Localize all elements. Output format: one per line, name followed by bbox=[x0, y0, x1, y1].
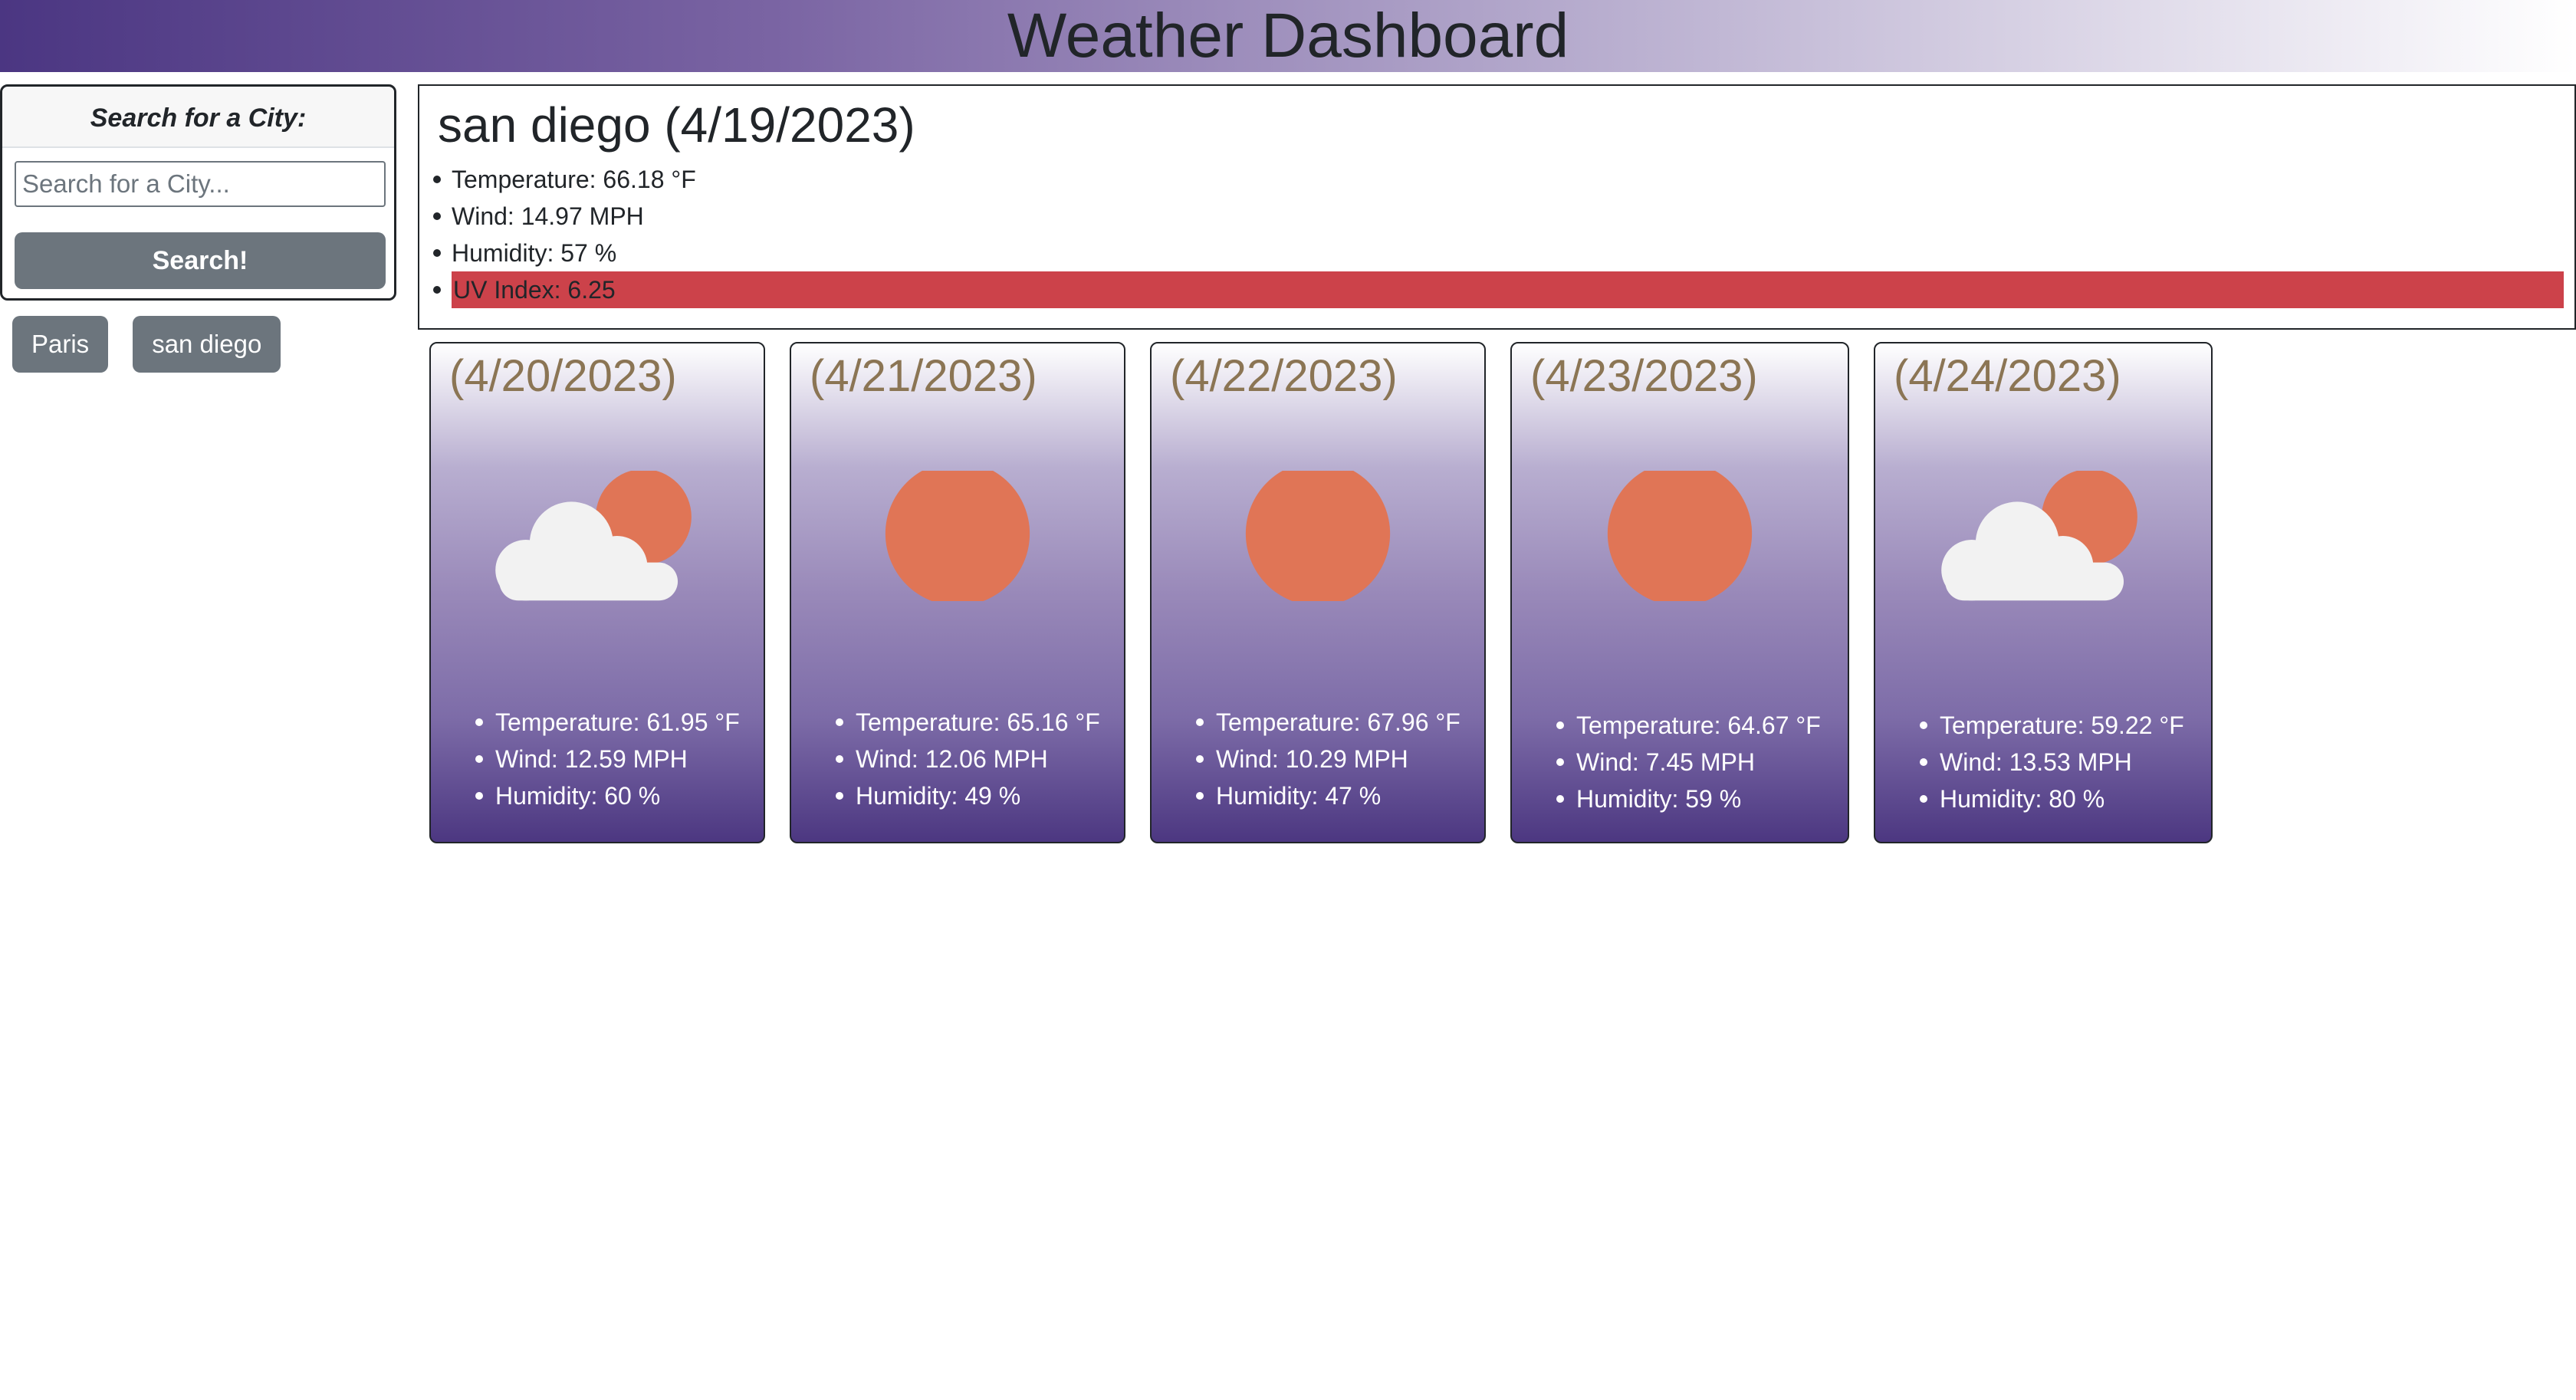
forecast-details: Temperature: 64.67 °F Wind: 7.45 MPH Hum… bbox=[1552, 707, 1821, 817]
search-history: Paris san diego bbox=[12, 316, 281, 373]
search-title: Search for a City: bbox=[2, 87, 394, 148]
current-weather-list: Temperature: 66.18 °F Wind: 14.97 MPH Hu… bbox=[429, 161, 2564, 308]
forecast-wind: Wind: 12.59 MPH bbox=[471, 741, 740, 777]
forecast-humidity: Humidity: 59 % bbox=[1552, 781, 1821, 817]
search-input[interactable] bbox=[15, 161, 386, 207]
forecast-date: (4/24/2023) bbox=[1894, 351, 2121, 401]
sun-icon bbox=[1607, 471, 1753, 601]
current-uv-index: UV Index: 6.25 bbox=[429, 271, 2564, 308]
page-title: Weather Dashboard bbox=[1007, 1, 1569, 71]
forecast-card: (4/21/2023) Temperature: 65.16 °F Wind: … bbox=[790, 342, 1125, 843]
forecast-wind: Wind: 7.45 MPH bbox=[1552, 744, 1821, 781]
forecast-card: (4/23/2023) Temperature: 64.67 °F Wind: … bbox=[1510, 342, 1849, 843]
forecast-details: Temperature: 67.96 °F Wind: 10.29 MPH Hu… bbox=[1191, 704, 1460, 814]
current-wind: Wind: 14.97 MPH bbox=[429, 198, 2564, 235]
current-humidity: Humidity: 57 % bbox=[429, 235, 2564, 271]
history-button-san-diego[interactable]: san diego bbox=[133, 316, 281, 373]
uv-index-badge: UV Index: 6.25 bbox=[452, 271, 2564, 308]
forecast-wind: Wind: 10.29 MPH bbox=[1191, 741, 1460, 777]
forecast-details: Temperature: 59.22 °F Wind: 13.53 MPH Hu… bbox=[1915, 707, 2184, 817]
forecast-card: (4/20/2023) Temperature: 61.95 °F Wind: … bbox=[429, 342, 765, 843]
forecast-temperature: Temperature: 64.67 °F bbox=[1552, 707, 1821, 744]
forecast-date: (4/21/2023) bbox=[810, 351, 1037, 401]
search-button[interactable]: Search! bbox=[15, 232, 386, 289]
forecast-humidity: Humidity: 49 % bbox=[831, 777, 1100, 814]
forecast-details: Temperature: 65.16 °F Wind: 12.06 MPH Hu… bbox=[831, 704, 1100, 814]
forecast-card: (4/22/2023) Temperature: 67.96 °F Wind: … bbox=[1150, 342, 1486, 843]
forecast-humidity: Humidity: 80 % bbox=[1915, 781, 2184, 817]
current-temperature: Temperature: 66.18 °F bbox=[429, 161, 2564, 198]
page-header: Weather Dashboard bbox=[0, 0, 2576, 72]
forecast-temperature: Temperature: 65.16 °F bbox=[831, 704, 1100, 741]
partly-cloudy-icon bbox=[1941, 471, 2137, 601]
forecast-date: (4/23/2023) bbox=[1530, 351, 1758, 401]
partly-cloudy-icon bbox=[495, 471, 692, 601]
forecast-card: (4/24/2023) Temperature: 59.22 °F Wind: … bbox=[1874, 342, 2213, 843]
forecast-temperature: Temperature: 61.95 °F bbox=[471, 704, 740, 741]
forecast-date: (4/22/2023) bbox=[1170, 351, 1398, 401]
current-weather-panel: san diego (4/19/2023) Temperature: 66.18… bbox=[418, 84, 2576, 330]
search-panel: Search for a City: Search! bbox=[0, 84, 396, 301]
sun-icon bbox=[885, 471, 1030, 601]
history-button-paris[interactable]: Paris bbox=[12, 316, 109, 373]
forecast-date: (4/20/2023) bbox=[449, 351, 677, 401]
forecast-temperature: Temperature: 67.96 °F bbox=[1191, 704, 1460, 741]
forecast-wind: Wind: 13.53 MPH bbox=[1915, 744, 2184, 781]
forecast-humidity: Humidity: 47 % bbox=[1191, 777, 1460, 814]
forecast-details: Temperature: 61.95 °F Wind: 12.59 MPH Hu… bbox=[471, 704, 740, 814]
forecast-temperature: Temperature: 59.22 °F bbox=[1915, 707, 2184, 744]
forecast-humidity: Humidity: 60 % bbox=[471, 777, 740, 814]
current-city-heading: san diego (4/19/2023) bbox=[438, 97, 915, 153]
sun-icon bbox=[1245, 471, 1391, 601]
forecast-wind: Wind: 12.06 MPH bbox=[831, 741, 1100, 777]
